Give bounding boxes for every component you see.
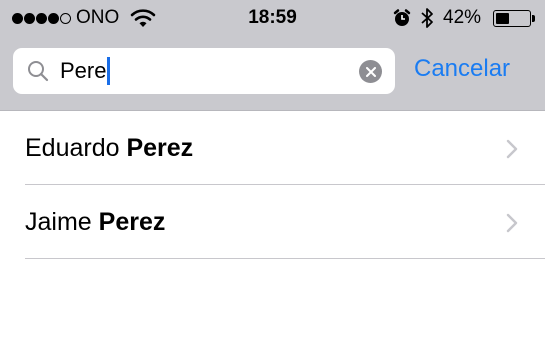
contact-last-name: Perez [126, 134, 194, 162]
contact-first-name: Eduardo [25, 134, 127, 162]
magnifier-icon [28, 61, 49, 82]
status-bar: ONO 18:59 42% [0, 0, 545, 38]
contact-first-name: Jaime [25, 208, 99, 236]
chevron-right-icon [506, 139, 518, 159]
clear-icon[interactable] [359, 60, 382, 83]
alarm-clock-icon [393, 9, 411, 26]
search-input[interactable]: Pere [13, 48, 395, 94]
search-header: ONO 18:59 42% Pere Cancelar [0, 0, 545, 111]
battery-percentage: 42% [443, 7, 482, 28]
search-query-text: Pere [60, 58, 107, 83]
battery-icon [493, 10, 531, 27]
text-cursor [107, 57, 111, 85]
list-item[interactable]: Jaime Perez [25, 185, 545, 259]
contacts-search-screen: ONO 18:59 42% Pere Cancelar Eduardo Pere… [0, 0, 545, 360]
chevron-right-icon [506, 213, 518, 233]
contact-name: Jaime Perez [25, 207, 165, 237]
bluetooth-icon [421, 8, 433, 28]
list-item[interactable]: Eduardo Perez [25, 111, 545, 185]
battery-terminal [532, 15, 535, 22]
battery-level-fill [496, 13, 509, 24]
search-input-value[interactable]: Pere [60, 57, 111, 85]
cancel-button[interactable]: Cancelar [414, 54, 510, 84]
contact-name: Eduardo Perez [25, 133, 193, 163]
close-icon [365, 66, 376, 77]
contact-last-name: Perez [98, 208, 166, 236]
search-results-list: Eduardo Perez Jaime Perez [0, 111, 545, 259]
